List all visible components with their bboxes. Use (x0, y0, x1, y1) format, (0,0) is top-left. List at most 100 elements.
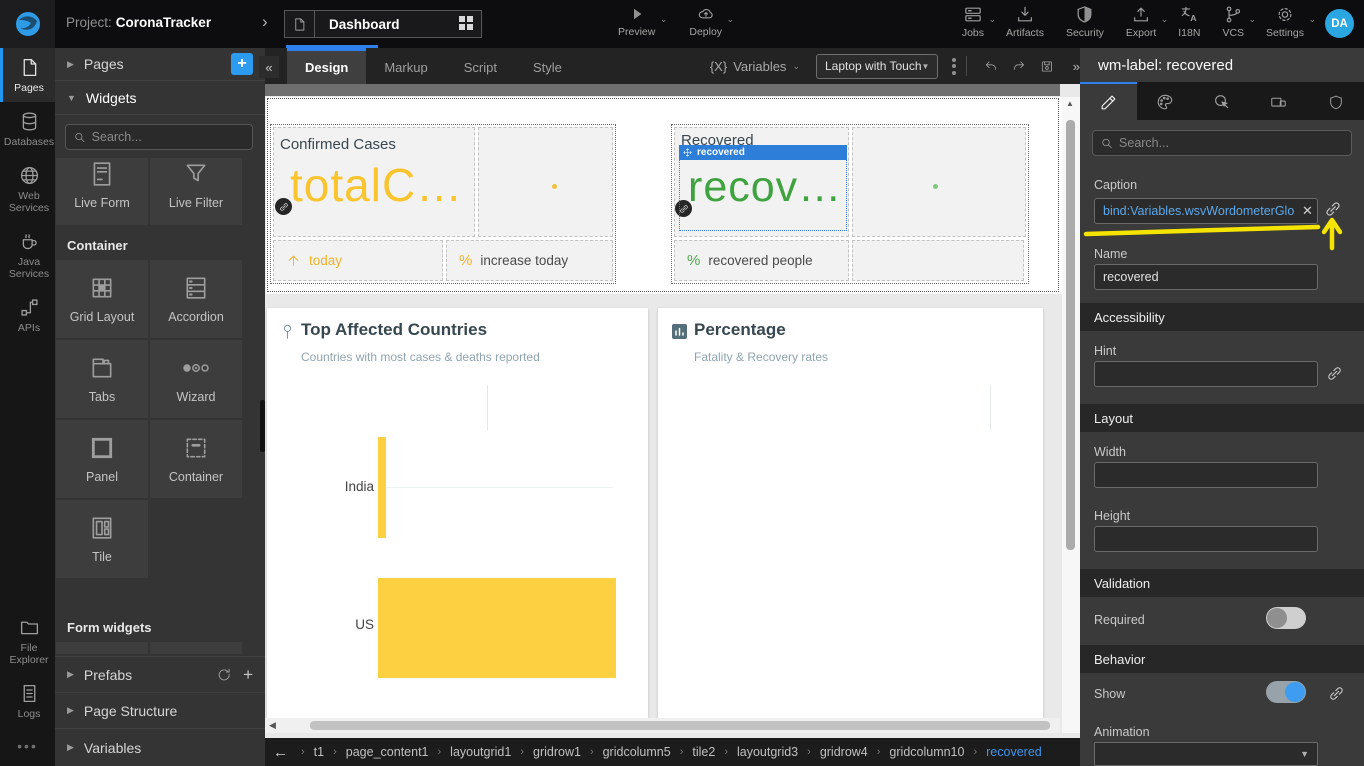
animation-select[interactable]: ▼ (1094, 742, 1318, 766)
breadcrumb-item[interactable]: ›gridcolumn5 (581, 745, 671, 759)
bind-link-icon[interactable] (1326, 365, 1343, 382)
rail-item-web-services[interactable]: Web Services (0, 156, 55, 222)
widget-tile-grid-layout[interactable]: Grid Layout (56, 260, 148, 338)
rail-item-java-services[interactable]: Java Services (0, 222, 55, 288)
recovered-footer-empty-cell[interactable] (852, 240, 1024, 281)
widget-tile-live-filter[interactable]: Live Filter (150, 158, 242, 225)
widget-tile-wizard[interactable]: Wizard (150, 340, 242, 418)
security-button[interactable]: Security (1066, 5, 1104, 39)
pages-grid-icon[interactable] (459, 16, 473, 33)
tab-script[interactable]: Script (446, 48, 515, 84)
vcs-button[interactable]: ⌄ VCS (1222, 5, 1244, 39)
wavemaker-logo-icon[interactable] (0, 0, 55, 48)
breadcrumb-item[interactable]: ›layoutgrid1 (429, 745, 512, 759)
chevron-down-icon[interactable]: ⌄ (660, 14, 668, 25)
collapsed-triangle-icon[interactable]: ▶ (67, 59, 74, 70)
vertical-scroll-thumb[interactable] (1066, 120, 1075, 550)
confirmed-cases-title[interactable]: Confirmed Cases (280, 136, 396, 153)
chevron-right-icon[interactable]: › (262, 12, 268, 32)
widget-tile-live-form[interactable]: Live Form (56, 158, 148, 225)
widget-tile-tile[interactable]: Tile (56, 500, 148, 578)
add-prefab-button[interactable]: + (243, 665, 253, 685)
expanded-triangle-icon[interactable]: ▼ (67, 93, 76, 103)
widget-tile-tabs[interactable]: Tabs (56, 340, 148, 418)
i18n-button[interactable]: A I18N (1178, 5, 1200, 39)
prefabs-section-header[interactable]: ▶ Prefabs + (55, 656, 265, 692)
breadcrumb-item[interactable]: ›gridrow1 (511, 745, 581, 759)
name-input[interactable] (1094, 264, 1318, 290)
behavior-section-header[interactable]: Behavior (1080, 645, 1364, 673)
tab-design[interactable]: Design (287, 48, 366, 84)
recovered-card[interactable]: Recovered recovered recov… % recovered p… (671, 124, 1029, 284)
collapsed-triangle-icon[interactable]: ▶ (67, 742, 74, 753)
breadcrumb-item[interactable]: ›gridrow4 (798, 745, 868, 759)
collapse-panel-icon[interactable]: « (259, 56, 279, 78)
bar-india[interactable] (378, 437, 386, 538)
tab-properties[interactable] (1080, 82, 1137, 120)
scroll-up-icon[interactable]: ▲ (1066, 99, 1074, 108)
confirmed-cases-side-cell[interactable] (478, 127, 613, 237)
hint-input[interactable] (1094, 361, 1318, 387)
widget-search-box[interactable] (65, 124, 253, 150)
tab-style[interactable]: Style (515, 48, 580, 84)
confirmed-cases-card[interactable]: Confirmed Cases totalC… today % increase… (270, 124, 616, 284)
breadcrumb-item[interactable]: ›recovered (964, 745, 1041, 759)
refresh-icon[interactable] (216, 667, 231, 682)
tab-events[interactable] (1194, 82, 1251, 120)
properties-search-box[interactable] (1092, 130, 1352, 156)
tab-devices[interactable] (1250, 82, 1307, 120)
rail-item-pages[interactable]: Pages (0, 48, 55, 102)
confirmed-today-cell[interactable]: today (273, 240, 443, 281)
collapsed-triangle-icon[interactable]: ▶ (67, 669, 74, 680)
widgets-section-header[interactable]: ▼ Widgets (55, 81, 265, 115)
chevron-down-icon[interactable]: ⌄ (1161, 14, 1169, 25)
widget-search-input[interactable] (92, 130, 244, 144)
collapsed-triangle-icon[interactable]: ▶ (67, 705, 74, 716)
clear-binding-icon[interactable]: ✕ (1302, 203, 1313, 219)
chevron-down-icon[interactable]: ⌄ (727, 14, 735, 25)
pages-section-header[interactable]: ▶ Pages + (55, 48, 265, 81)
show-toggle[interactable] (1266, 681, 1306, 703)
bar-us[interactable] (378, 578, 616, 678)
tab-security[interactable] (1307, 82, 1364, 120)
redo-icon[interactable] (1012, 57, 1026, 76)
breadcrumb-item[interactable]: ›t1 (292, 745, 324, 759)
preview-button[interactable]: ⌄ Preview (618, 5, 655, 38)
height-input[interactable] (1094, 526, 1318, 552)
chevron-down-icon[interactable]: ⌄ (1308, 14, 1316, 25)
page-doc-icon[interactable] (285, 11, 315, 37)
confirmed-cases-main-cell[interactable]: Confirmed Cases totalC… (273, 127, 475, 237)
horizontal-scroll-thumb[interactable] (310, 721, 1050, 730)
tab-markup[interactable]: Markup (366, 48, 445, 84)
user-avatar[interactable]: DA (1325, 9, 1354, 38)
accessibility-section-header[interactable]: Accessibility (1080, 303, 1364, 331)
breadcrumb-item[interactable]: ›layoutgrid3 (715, 745, 798, 759)
widget-tile-container[interactable]: Container (150, 420, 242, 498)
more-options-icon[interactable]: ••• (0, 728, 55, 762)
bind-link-icon[interactable] (1324, 200, 1342, 218)
add-page-button[interactable]: + (231, 53, 253, 75)
design-canvas[interactable]: Confirmed Cases totalC… today % increase… (265, 84, 1080, 738)
caption-input[interactable] (1094, 198, 1318, 224)
chevron-down-icon[interactable]: ⌄ (988, 14, 996, 25)
top-affected-countries-panel[interactable]: Top Affected Countries Countries with mo… (267, 308, 648, 718)
validation-section-header[interactable]: Validation (1080, 569, 1364, 597)
recovered-people-cell[interactable]: % recovered people (674, 240, 849, 281)
widget-tile-partial[interactable] (150, 642, 242, 654)
breadcrumb-scroll-left-icon[interactable]: ← (273, 744, 288, 761)
tab-styles[interactable] (1137, 82, 1194, 120)
variables-button[interactable]: {X} Variables ⌄ (710, 59, 800, 74)
breadcrumb-item[interactable]: ›page_content1 (324, 745, 428, 759)
page-tab-dashboard[interactable]: Dashboard (284, 10, 482, 38)
rail-item-file-explorer[interactable]: File Explorer (0, 608, 55, 674)
save-icon[interactable] (1040, 57, 1054, 76)
settings-button[interactable]: ⌄ Settings (1266, 5, 1304, 39)
percentage-panel[interactable]: Percentage Fatality & Recovery rates (658, 308, 1043, 718)
rail-item-logs[interactable]: Logs (0, 674, 55, 728)
selection-header[interactable]: recovered (679, 145, 847, 160)
artifacts-button[interactable]: Artifacts (1006, 5, 1044, 39)
recovered-side-cell[interactable] (852, 127, 1026, 237)
widget-tile-panel[interactable]: Panel (56, 420, 148, 498)
breadcrumb-item[interactable]: ›tile2 (671, 745, 716, 759)
export-button[interactable]: ⌄ Export (1126, 5, 1156, 39)
